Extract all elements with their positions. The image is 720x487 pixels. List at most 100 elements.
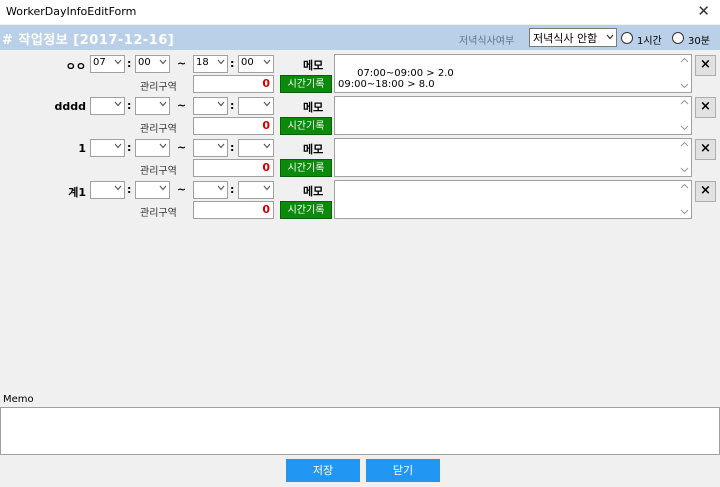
section-header: # 작업정보 [2017-12-16] 저녁식사여부 저녁식사 안함 1시간 3… [0, 25, 720, 50]
scroll-up-icon[interactable] [680, 183, 689, 189]
range-separator: ~ [177, 183, 187, 196]
colon-separator: : [230, 99, 235, 112]
range-separator: ~ [177, 99, 187, 112]
chevron-down-icon [217, 101, 225, 107]
worker-name: ㅇㅇ [65, 60, 86, 73]
range-separator: ~ [177, 141, 187, 154]
chevron-down-icon [159, 143, 167, 149]
area-label: 관리구역 [140, 82, 177, 93]
end-hour-combo[interactable]: 18 [193, 55, 228, 73]
row-memo-textarea[interactable] [334, 180, 692, 219]
chevron-down-icon [159, 185, 167, 191]
chevron-down-icon [263, 143, 271, 149]
row-memo-textarea[interactable] [334, 138, 692, 177]
colon-separator: : [230, 141, 235, 154]
start-hour-combo[interactable] [90, 139, 125, 157]
start-hour-combo[interactable] [90, 181, 125, 199]
chevron-down-icon [217, 143, 225, 149]
start-min-combo[interactable]: 00 [135, 55, 170, 73]
start-min-combo[interactable] [135, 181, 170, 199]
time-record-button[interactable]: 시간기록 [280, 117, 332, 135]
worker-name: 계1 [68, 186, 86, 199]
start-hour-value: 07 [93, 57, 106, 68]
scroll-down-icon[interactable] [680, 167, 689, 173]
dinner-select-value: 저녁식사 안함 [533, 32, 598, 45]
start-hour-combo[interactable] [90, 97, 125, 115]
chevron-down-icon [114, 143, 122, 149]
radio-1hour[interactable] [621, 32, 633, 44]
chevron-down-icon [114, 185, 122, 191]
worker-row: 계1 : ~ : 메모 관리구역 0 시간기록 × [0, 180, 720, 222]
memo-label: 메모 [303, 101, 324, 114]
scroll-up-icon[interactable] [680, 99, 689, 105]
close-button[interactable]: 닫기 [366, 459, 440, 482]
memo-label: 메모 [303, 143, 324, 156]
section-title: # 작업정보 [2017-12-16] [2, 33, 175, 48]
radio-30min[interactable] [672, 32, 684, 44]
colon-separator: : [127, 99, 132, 112]
worker-row: dddd : ~ : 메모 관리구역 0 시간기록 × [0, 96, 720, 138]
memo-section-label: Memo [3, 394, 34, 405]
colon-separator: : [127, 183, 132, 196]
delete-row-button[interactable]: × [695, 97, 716, 118]
memo-textarea[interactable] [0, 407, 720, 455]
end-min-combo[interactable]: 00 [238, 55, 274, 73]
scroll-up-icon[interactable] [680, 57, 689, 63]
area-input[interactable]: 0 [193, 75, 274, 93]
scroll-down-icon[interactable] [680, 209, 689, 215]
area-input[interactable]: 0 [193, 201, 274, 219]
chevron-down-icon [263, 59, 271, 65]
memo-label: 메모 [303, 59, 324, 72]
end-hour-value: 18 [196, 57, 209, 68]
window-title: WorkerDayInfoEditForm [6, 5, 137, 18]
colon-separator: : [127, 141, 132, 154]
memo-label: 메모 [303, 185, 324, 198]
scroll-down-icon[interactable] [680, 83, 689, 89]
start-min-value: 00 [138, 57, 151, 68]
delete-row-button[interactable]: × [695, 55, 716, 76]
start-min-combo[interactable] [135, 97, 170, 115]
radio-1hour-label: 1시간 [637, 36, 662, 47]
scroll-down-icon[interactable] [680, 125, 689, 131]
colon-separator: : [127, 57, 132, 70]
time-record-button[interactable]: 시간기록 [280, 159, 332, 177]
chevron-down-icon [159, 59, 167, 65]
area-input[interactable]: 0 [193, 117, 274, 135]
colon-separator: : [230, 57, 235, 70]
end-hour-combo[interactable] [193, 97, 228, 115]
end-min-value: 00 [241, 57, 254, 68]
delete-row-button[interactable]: × [695, 139, 716, 160]
chevron-down-icon [217, 59, 225, 65]
chevron-down-icon [217, 185, 225, 191]
chevron-down-icon [114, 101, 122, 107]
row-memo-text: 07:00~09:00 > 2.0 09:00~18:00 > 8.0 [338, 68, 454, 90]
start-min-combo[interactable] [135, 139, 170, 157]
row-memo-textarea[interactable]: 07:00~09:00 > 2.0 09:00~18:00 > 8.0 [334, 54, 692, 93]
dinner-select[interactable]: 저녁식사 안함 [529, 28, 617, 47]
chevron-down-icon [114, 59, 122, 65]
title-bar: WorkerDayInfoEditForm ✕ [0, 0, 720, 24]
scroll-up-icon[interactable] [680, 141, 689, 147]
area-input[interactable]: 0 [193, 159, 274, 177]
start-hour-combo[interactable]: 07 [90, 55, 125, 73]
end-min-combo[interactable] [238, 181, 274, 199]
row-memo-textarea[interactable] [334, 96, 692, 135]
delete-row-button[interactable]: × [695, 181, 716, 202]
window-close-icon[interactable]: ✕ [697, 2, 710, 20]
chevron-down-icon [159, 101, 167, 107]
end-min-combo[interactable] [238, 139, 274, 157]
end-hour-combo[interactable] [193, 181, 228, 199]
radio-30min-label: 30분 [688, 36, 710, 47]
time-record-button[interactable]: 시간기록 [280, 75, 332, 93]
area-label: 관리구역 [140, 124, 177, 135]
time-record-button[interactable]: 시간기록 [280, 201, 332, 219]
worker-row: ㅇㅇ 07 : 00 ~ 18 : 00 메모 관리구역 0 시간기록 07:0… [0, 54, 720, 96]
colon-separator: : [230, 183, 235, 196]
range-separator: ~ [177, 57, 187, 70]
end-min-combo[interactable] [238, 97, 274, 115]
end-hour-combo[interactable] [193, 139, 228, 157]
save-button[interactable]: 저장 [286, 459, 360, 482]
chevron-down-icon [263, 185, 271, 191]
chevron-down-icon [263, 101, 271, 107]
chevron-down-icon [606, 34, 614, 40]
